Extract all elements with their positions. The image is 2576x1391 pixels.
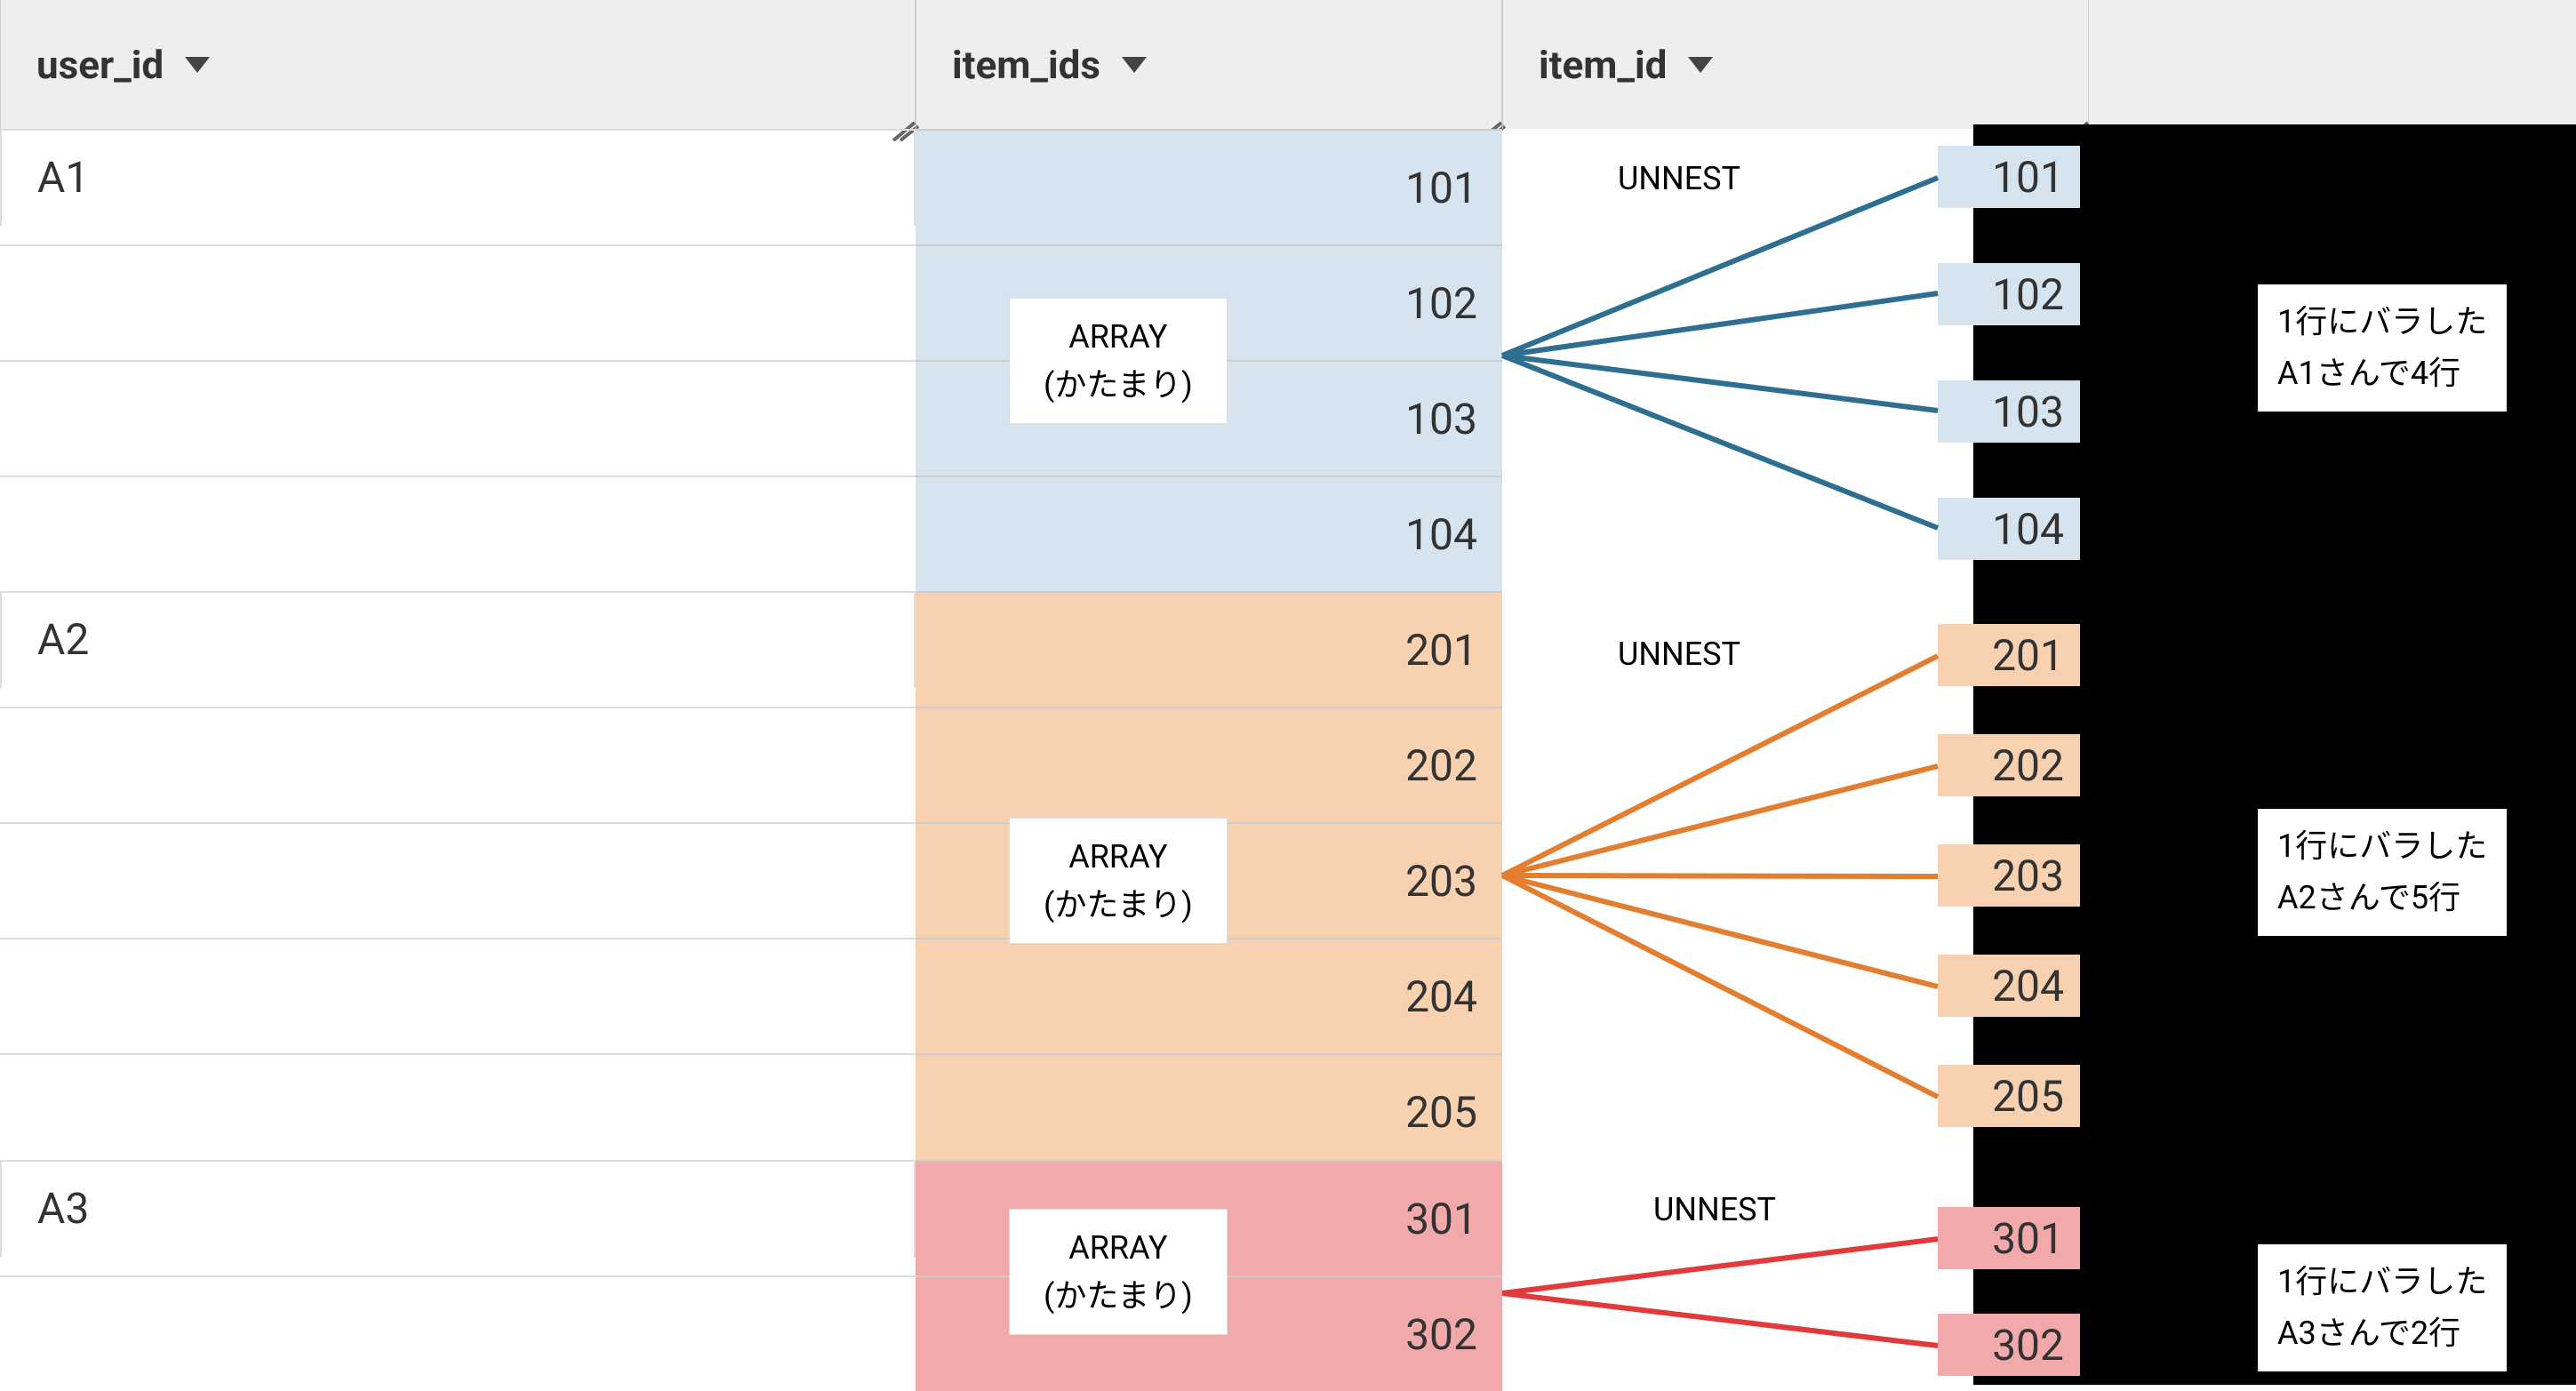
- diagram-stage: user_id item_ids item_id A1 A2 A3 101 10…: [0, 0, 2576, 1391]
- column-header-item-id[interactable]: item_id: [1502, 0, 2089, 129]
- array-cell: 202: [916, 707, 1502, 822]
- unnest-chip: 302: [1938, 1314, 2080, 1376]
- unnest-label: UNNEST: [1653, 1191, 1776, 1228]
- callout-line2: A2さんで5行: [2277, 873, 2487, 924]
- array-label-line2: (かたまり): [1044, 1272, 1193, 1320]
- unnest-label: UNNEST: [1618, 160, 1740, 197]
- callout-box: 1行にバラした A2さんで5行: [2258, 809, 2507, 936]
- callout-line1: 1行にバラした: [2277, 821, 2487, 873]
- array-label-line1: ARRAY: [1044, 833, 1193, 881]
- user-id-cell: A1: [0, 129, 916, 226]
- unnest-chip: 202: [1938, 734, 2080, 796]
- unnest-chip: 204: [1938, 955, 2080, 1017]
- array-cell: 204: [916, 938, 1502, 1053]
- header-label: user_id: [36, 42, 164, 88]
- array-cell: 205: [916, 1053, 1502, 1169]
- callout-line2: A3さんで2行: [2277, 1308, 2487, 1360]
- array-label-line1: ARRAY: [1044, 313, 1193, 361]
- unnest-chip: 103: [1938, 380, 2080, 443]
- callout-line1: 1行にバラした: [2277, 297, 2487, 348]
- callout-box: 1行にバラした A3さんで2行: [2258, 1244, 2507, 1371]
- unnest-chip: 201: [1938, 624, 2080, 686]
- unnest-chip: 102: [1938, 263, 2080, 325]
- unnest-chip: 101: [1938, 146, 2080, 208]
- callout-line2: A1さんで4行: [2277, 348, 2487, 400]
- array-cell: 101: [916, 129, 1502, 244]
- array-label-line1: ARRAY: [1044, 1224, 1193, 1272]
- array-label-line2: (かたまり): [1044, 361, 1193, 409]
- header-label: item_id: [1539, 42, 1667, 88]
- header-row: user_id item_ids item_id: [0, 0, 2576, 129]
- array-cell: 201: [916, 591, 1502, 707]
- array-label-box: ARRAY (かたまり): [1009, 818, 1228, 944]
- unnest-chip: 301: [1938, 1207, 2080, 1269]
- column-header-item-ids[interactable]: item_ids: [916, 0, 1502, 129]
- column-header-user-id[interactable]: user_id: [0, 0, 916, 129]
- user-id-cell: A3: [0, 1160, 916, 1257]
- unnest-chip: 205: [1938, 1065, 2080, 1127]
- user-id-cell: A2: [0, 591, 916, 688]
- array-label-box: ARRAY (かたまり): [1009, 298, 1228, 424]
- unnest-chip: 104: [1938, 498, 2080, 560]
- array-label-line2: (かたまり): [1044, 881, 1193, 929]
- callout-box: 1行にバラした A1さんで4行: [2258, 284, 2507, 412]
- bracket-icon: [2093, 636, 2138, 1130]
- array-cell: 104: [916, 476, 1502, 591]
- bracket-icon: [2093, 160, 2138, 562]
- unnest-chip: 203: [1938, 844, 2080, 907]
- array-label-box: ARRAY (かたまり): [1009, 1209, 1228, 1335]
- bracket-icon: [2093, 1218, 2138, 1378]
- unnest-label: UNNEST: [1618, 636, 1740, 673]
- callout-line1: 1行にバラした: [2277, 1257, 2487, 1308]
- header-label: item_ids: [952, 42, 1100, 88]
